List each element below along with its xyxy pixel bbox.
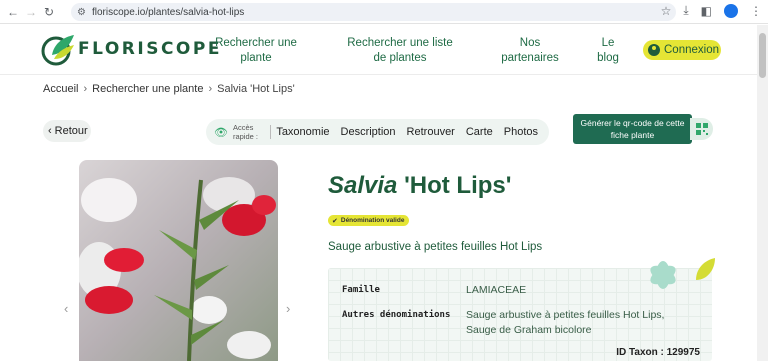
nav-blog[interactable]: Le blog <box>590 36 626 66</box>
chevron-left-icon: ‹ <box>48 125 52 137</box>
star-icon[interactable]: ☆ <box>661 4 672 18</box>
logo-text: FLORISCOPE <box>78 39 222 59</box>
menu-icon[interactable]: ⋮ <box>750 4 762 18</box>
nav-partenaires[interactable]: Nos partenaires <box>500 36 560 66</box>
tune-icon[interactable]: ⚙ <box>77 7 86 18</box>
carousel-prev-icon[interactable]: ‹ <box>64 301 68 316</box>
quick-access-label: Accès rapide : <box>232 123 258 141</box>
back-icon[interactable]: ← <box>4 5 22 19</box>
page-scrollbar[interactable] <box>757 25 768 361</box>
browser-toolbar: ← → ↻ ⚙ floriscope.io/plantes/salvia-hot… <box>0 0 768 24</box>
chevron-right-icon: › <box>83 83 88 95</box>
quick-link-photos[interactable]: Photos <box>504 126 538 138</box>
nav-rechercher-liste[interactable]: Rechercher une liste de plantes <box>340 36 460 66</box>
plant-title: Salvia 'Hot Lips' <box>328 172 511 200</box>
eye-icon: 👁 <box>214 126 228 139</box>
scrollbar-thumb[interactable] <box>759 33 766 78</box>
breadcrumb-current: Salvia 'Hot Lips' <box>217 83 295 95</box>
chevron-right-icon: › <box>208 83 213 95</box>
id-taxon: ID Taxon : 129975 <box>616 347 700 358</box>
retour-label: Retour <box>54 125 88 137</box>
site-header: FLORISCOPE Rechercher une plante Recherc… <box>0 25 757 75</box>
autres-denominations-label: Autres dénominations <box>342 310 451 320</box>
badge-label: Dénomination valide <box>340 217 405 224</box>
common-name: Sauge arbustive à petites feuilles Hot L… <box>328 241 543 253</box>
quick-link-carte[interactable]: Carte <box>466 126 493 138</box>
nav-rechercher-plante[interactable]: Rechercher une plante <box>213 36 299 66</box>
plant-photo <box>79 160 278 361</box>
user-icon <box>648 44 660 56</box>
forward-icon[interactable]: → <box>22 5 40 19</box>
divider <box>269 125 271 139</box>
logo[interactable]: FLORISCOPE <box>40 31 222 67</box>
address-bar[interactable]: ⚙ floriscope.io/plantes/salvia-hot-lips <box>71 3 676 21</box>
autres-denominations-value: Sauge arbustive à petites feuilles Hot L… <box>466 309 665 336</box>
status-badge: ✔ Dénomination valide <box>328 215 410 226</box>
generate-qr-button[interactable]: Générer le qr-code de cette fiche plante <box>573 114 692 144</box>
check-icon: ✔ <box>332 217 338 225</box>
taxonomy-card: Famille LAMIACEAE Autres dénominations S… <box>328 258 715 361</box>
carousel-next-icon[interactable]: › <box>286 301 290 316</box>
famille-value: LAMIACEAE <box>466 284 527 296</box>
plant-cultivar: 'Hot Lips' <box>404 172 512 199</box>
download-icon[interactable]: ⤓ <box>683 3 688 18</box>
sidepanel-icon[interactable]: ◧ <box>701 4 712 18</box>
qr-code-icon[interactable] <box>690 118 713 140</box>
famille-label: Famille <box>342 285 380 295</box>
breadcrumb: Accueil › Rechercher une plante › Salvia… <box>43 83 295 95</box>
plant-genus: Salvia <box>328 172 398 199</box>
logo-leaf-icon <box>41 35 74 66</box>
breadcrumb-rechercher[interactable]: Rechercher une plante <box>92 83 203 95</box>
connexion-button[interactable]: Connexion <box>643 40 721 60</box>
breadcrumb-accueil[interactable]: Accueil <box>43 83 78 95</box>
url-text: floriscope.io/plantes/salvia-hot-lips <box>91 6 245 18</box>
retour-button[interactable]: ‹ Retour <box>43 120 91 142</box>
connexion-label: Connexion <box>664 44 719 56</box>
quick-link-description[interactable]: Description <box>341 126 396 138</box>
quick-link-retrouver[interactable]: Retrouver <box>407 126 455 138</box>
reload-icon[interactable]: ↻ <box>40 5 58 19</box>
quick-link-taxonomie[interactable]: Taxonomie <box>276 126 329 138</box>
profile-icon[interactable] <box>724 3 738 18</box>
quick-access-bar: 👁 Accès rapide : Taxonomie Description R… <box>206 119 549 145</box>
